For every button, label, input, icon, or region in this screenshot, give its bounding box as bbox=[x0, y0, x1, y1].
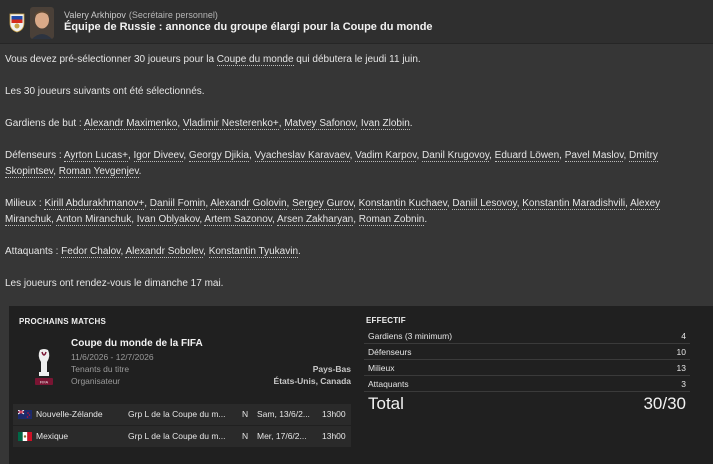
squad-row-value: 13 bbox=[676, 363, 686, 373]
player-link[interactable]: Igor Diveev bbox=[133, 150, 184, 162]
defenders-paragraph: Défenseurs : Ayrton Lucas+, Igor Diveev,… bbox=[5, 148, 707, 180]
midfielders-label: Milieux : bbox=[5, 198, 45, 209]
defenders-label: Défenseurs : bbox=[5, 150, 64, 161]
organizer-label: Organisateur bbox=[71, 376, 121, 386]
squad-row-defenders: Défenseurs 10 bbox=[364, 344, 690, 360]
player-link[interactable]: Konstantin Maradishvili bbox=[522, 198, 626, 210]
match-time: 13h00 bbox=[322, 409, 346, 419]
competition-dates: 11/6/2026 - 12/7/2026 bbox=[71, 352, 154, 362]
mexico-flag-icon bbox=[18, 432, 32, 441]
holder-label: Tenants du titre bbox=[71, 364, 130, 374]
info-panel: PROCHAINS MATCHS FIFA Coupe du monde de … bbox=[9, 306, 713, 464]
holder-value[interactable]: Pays-Bas bbox=[313, 364, 351, 374]
player-link[interactable]: Daniil Fomin bbox=[149, 198, 206, 210]
squad-row-value: 3 bbox=[681, 379, 686, 389]
match-date: Mer, 17/6/2... bbox=[257, 431, 307, 441]
player-link[interactable]: Vyacheslav Karavaev bbox=[254, 150, 350, 162]
player-link[interactable]: Georgy Djikia bbox=[188, 150, 249, 162]
player-link[interactable]: Danil Krugovoy bbox=[422, 150, 490, 162]
goalkeepers-label: Gardiens de but : bbox=[5, 118, 84, 129]
player-link[interactable]: Ayrton Lucas+ bbox=[63, 150, 128, 162]
player-link[interactable]: Kirill Abdurakhmanov+ bbox=[44, 198, 145, 210]
squad-summary: Gardiens (3 minimum) 4 Défenseurs 10 Mil… bbox=[364, 328, 690, 416]
squad-row-label: Milieux bbox=[368, 363, 395, 373]
squad-row-midfielders: Milieux 13 bbox=[364, 360, 690, 376]
sender: Valery Arkhipov (Secrétaire personnel) bbox=[64, 10, 218, 20]
player-link[interactable]: Ivan Zlobin bbox=[360, 118, 410, 130]
sender-name: Valery Arkhipov bbox=[64, 10, 126, 20]
midfielders-list: Kirill Abdurakhmanov+, Daniil Fomin, Ale… bbox=[5, 198, 661, 226]
player-link[interactable]: Roman Yevgenjev bbox=[58, 166, 139, 178]
intro-text: Vous devez pré-sélectionner 30 joueurs p… bbox=[5, 54, 217, 65]
russia-federation-crest-icon[interactable] bbox=[8, 13, 26, 33]
match-competition[interactable]: Grp L de la Coupe du m... bbox=[128, 431, 226, 441]
player-link[interactable]: Pavel Maslov bbox=[564, 150, 624, 162]
match-date: Sam, 13/6/2... bbox=[257, 409, 310, 419]
player-link[interactable]: Arsen Zakharyan bbox=[277, 214, 354, 226]
player-link[interactable]: Eduard Löwen bbox=[494, 150, 560, 162]
player-link[interactable]: Fedor Chalov bbox=[61, 246, 121, 258]
squad-total-value: 30/30 bbox=[643, 394, 686, 413]
competition-link[interactable]: Coupe du monde bbox=[216, 54, 294, 66]
squad-title: EFFECTIF bbox=[366, 316, 406, 325]
opponent-name[interactable]: Nouvelle-Zélande bbox=[36, 409, 103, 419]
squad-total: Total 30/30 bbox=[364, 392, 690, 416]
player-link[interactable]: Alexandr Maximenko bbox=[83, 118, 178, 130]
fifa-world-cup-trophy-icon[interactable]: FIFA bbox=[29, 348, 59, 388]
competition-name[interactable]: Coupe du monde de la FIFA bbox=[71, 338, 203, 349]
match-time: 13h00 bbox=[322, 431, 346, 441]
message-body: Vous devez pré-sélectionner 30 joueurs p… bbox=[5, 52, 707, 308]
player-link[interactable]: Alexandr Golovin bbox=[210, 198, 287, 210]
new-zealand-flag-icon bbox=[18, 410, 32, 419]
match-venue: N bbox=[242, 431, 249, 441]
squad-row-attackers: Attaquants 3 bbox=[364, 376, 690, 392]
player-link[interactable]: Vadim Karpov bbox=[355, 150, 417, 162]
closing-paragraph: Les joueurs ont rendez-vous le dimanche … bbox=[5, 278, 224, 289]
player-link[interactable]: Daniil Lesovoy bbox=[452, 198, 517, 210]
player-link[interactable]: Anton Miranchuk bbox=[56, 214, 132, 226]
match-row[interactable]: Mexique Grp L de la Coupe du m... N Mer,… bbox=[13, 426, 351, 447]
goalkeepers-paragraph: Gardiens de but : Alexandr Maximenko, Vl… bbox=[5, 116, 707, 132]
attackers-paragraph: Attaquants : Fedor Chalov, Alexandr Sobo… bbox=[5, 244, 707, 260]
player-link[interactable]: Alexandr Sobolev bbox=[125, 246, 204, 258]
staff-avatar[interactable] bbox=[30, 7, 54, 39]
player-link[interactable]: Ivan Oblyakov bbox=[136, 214, 200, 226]
upcoming-matches-title: PROCHAINS MATCHS bbox=[19, 317, 107, 326]
opponent-name[interactable]: Mexique bbox=[36, 431, 68, 441]
attackers-label: Attaquants : bbox=[5, 246, 62, 257]
organizer-value[interactable]: États-Unis, Canada bbox=[274, 376, 351, 386]
goalkeepers-list: Alexandr Maximenko, Vladimir Nesterenko+… bbox=[83, 118, 413, 130]
match-row[interactable]: Nouvelle-Zélande Grp L de la Coupe du m.… bbox=[13, 404, 351, 425]
selection-paragraph: Les 30 joueurs suivants ont été sélectio… bbox=[5, 86, 205, 97]
squad-row-label: Attaquants bbox=[368, 379, 409, 389]
defenders-list: Ayrton Lucas+, Igor Diveev, Georgy Djiki… bbox=[5, 150, 658, 178]
midfielders-paragraph: Milieux : Kirill Abdurakhmanov+, Daniil … bbox=[5, 196, 707, 228]
intro-text-end: qui débutera le jeudi 11 juin. bbox=[293, 54, 421, 65]
match-competition[interactable]: Grp L de la Coupe du m... bbox=[128, 409, 226, 419]
squad-row-value: 10 bbox=[676, 347, 686, 357]
player-link[interactable]: Matvey Safonov bbox=[284, 118, 356, 130]
sender-role: (Secrétaire personnel) bbox=[128, 10, 218, 20]
squad-row-label: Défenseurs bbox=[368, 347, 412, 357]
player-link[interactable]: Vladimir Nesterenko+ bbox=[182, 118, 279, 130]
player-link[interactable]: Sergey Gurov bbox=[292, 198, 354, 210]
player-link[interactable]: Konstantin Kuchaev bbox=[358, 198, 447, 210]
attackers-list: Fedor Chalov, Alexandr Sobolev, Konstant… bbox=[61, 246, 301, 258]
message-subject: Équipe de Russie : annonce du groupe éla… bbox=[64, 21, 433, 33]
match-venue: N bbox=[242, 409, 249, 419]
svg-text:FIFA: FIFA bbox=[40, 380, 49, 385]
squad-row-value: 4 bbox=[681, 331, 686, 341]
player-link[interactable]: Konstantin Tyukavin bbox=[208, 246, 299, 258]
squad-row-goalkeepers: Gardiens (3 minimum) 4 bbox=[364, 328, 690, 344]
player-link[interactable]: Artem Sazonov bbox=[204, 214, 273, 226]
message-header: Valery Arkhipov (Secrétaire personnel) Éq… bbox=[0, 0, 713, 44]
intro-paragraph: Vous devez pré-sélectionner 30 joueurs p… bbox=[5, 52, 707, 68]
squad-row-label: Gardiens (3 minimum) bbox=[368, 331, 453, 341]
player-link[interactable]: Roman Zobnin bbox=[358, 214, 425, 226]
squad-total-label: Total bbox=[368, 394, 404, 413]
